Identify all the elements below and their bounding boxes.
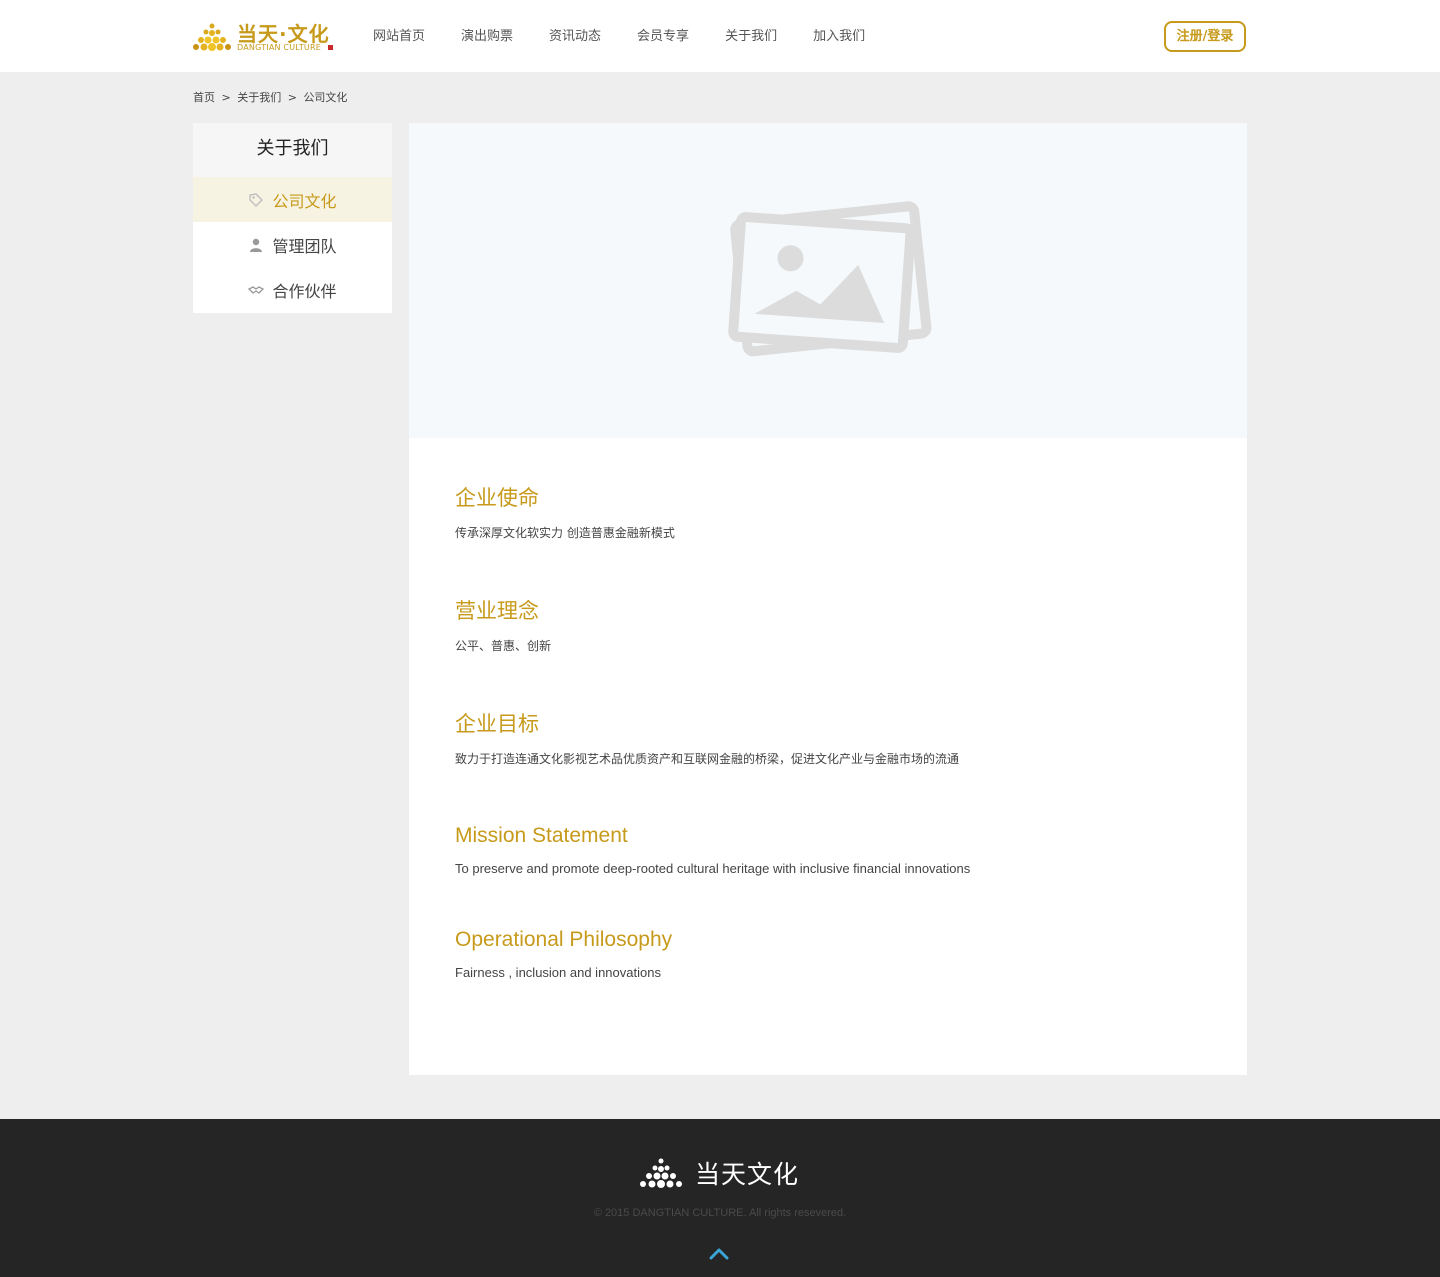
footer-brand-name: 当天文化	[695, 1160, 800, 1189]
main-nav: 网站首页 演出购票 资讯动态 会员专享 关于我们 加入我们	[373, 28, 901, 46]
section-title: 企业目标	[455, 712, 539, 736]
site-footer: 当天文化 © 2015 DANGTIAN CULTURE. All rights…	[0, 1119, 1440, 1277]
section-mission-cn: 企业使命 传承深厚文化软实力 创造普惠金融新模式	[455, 485, 675, 541]
breadcrumb-separator: >	[221, 91, 231, 104]
handshake-icon	[248, 285, 265, 294]
section-text: 致力于打造连通文化影视艺术品优质资产和互联网金融的桥梁，促进文化产业与金融市场的…	[455, 752, 960, 766]
breadcrumb-about[interactable]: 关于我们	[237, 91, 281, 104]
sidebar-title: 关于我们	[193, 123, 392, 177]
copyright-text: © 2015 DANGTIAN CULTURE. All rights rese…	[593, 1207, 847, 1219]
logo-dots-icon	[193, 23, 231, 51]
banner-image	[409, 123, 1247, 438]
sidebar-item-label: 公司文化	[272, 191, 337, 211]
sidebar-item-label: 管理团队	[272, 236, 337, 256]
breadcrumb: 首页 > 关于我们 > 公司文化	[193, 89, 350, 105]
nav-item-join[interactable]: 加入我们	[813, 28, 865, 46]
section-text: Fairness , inclusion and innovations	[455, 965, 661, 980]
image-placeholder-icon	[728, 201, 932, 357]
sidebar: 关于我们 公司文化 管理团队 合作伙伴	[193, 123, 392, 313]
person-icon	[250, 238, 263, 252]
logo-dots-icon	[640, 1158, 682, 1188]
sidebar-item-label: 合作伙伴	[272, 281, 337, 301]
sidebar-item-management-team[interactable]: 管理团队	[193, 222, 392, 267]
section-title: Mission Statement	[455, 824, 628, 847]
logo-red-square	[328, 45, 333, 50]
breadcrumb-current: 公司文化	[303, 91, 348, 104]
section-text: To preserve and promote deep-rooted cult…	[455, 861, 971, 876]
section-text: 公平、普惠、创新	[455, 639, 552, 653]
section-title: 营业理念	[455, 599, 539, 623]
sidebar-item-partners[interactable]: 合作伙伴	[193, 267, 392, 312]
nav-item-home[interactable]: 网站首页	[373, 28, 425, 46]
section-mission-en: Mission Statement To preserve and promot…	[455, 823, 970, 877]
footer-logo: 当天文化	[639, 1155, 809, 1191]
sidebar-item-company-culture[interactable]: 公司文化	[193, 177, 392, 222]
main-content: 企业使命 传承深厚文化软实力 创造普惠金融新模式 营业理念 公平、普惠、创新 企…	[409, 123, 1247, 1075]
tag-icon	[249, 192, 264, 207]
breadcrumb-home[interactable]: 首页	[193, 91, 215, 104]
site-header: 当天·文化 DANGTIAN CULTURE 网站首页 演出购票 资讯动态 会员…	[0, 0, 1440, 72]
breadcrumb-separator: >	[287, 91, 297, 104]
section-title: Operational Philosophy	[455, 928, 673, 951]
logo-text-en: DANGTIAN CULTURE	[237, 43, 321, 52]
section-goal-cn: 企业目标 致力于打造连通文化影视艺术品优质资产和互联网金融的桥梁，促进文化产业与…	[455, 711, 959, 767]
section-title: 企业使命	[455, 486, 539, 510]
section-philosophy-en: Operational Philosophy Fairness , inclus…	[455, 927, 672, 981]
section-text: 传承深厚文化软实力 创造普惠金融新模式	[455, 526, 675, 540]
nav-item-about[interactable]: 关于我们	[725, 28, 777, 46]
nav-item-members[interactable]: 会员专享	[637, 28, 689, 46]
site-logo[interactable]: 当天·文化 DANGTIAN CULTURE	[192, 20, 337, 54]
nav-item-tickets[interactable]: 演出购票	[461, 28, 513, 46]
section-philosophy-cn: 营业理念 公平、普惠、创新	[455, 598, 551, 654]
chevron-up-icon[interactable]	[709, 1246, 729, 1260]
register-login-button[interactable]: 注册/登录	[1164, 21, 1246, 52]
nav-item-news[interactable]: 资讯动态	[549, 28, 601, 46]
